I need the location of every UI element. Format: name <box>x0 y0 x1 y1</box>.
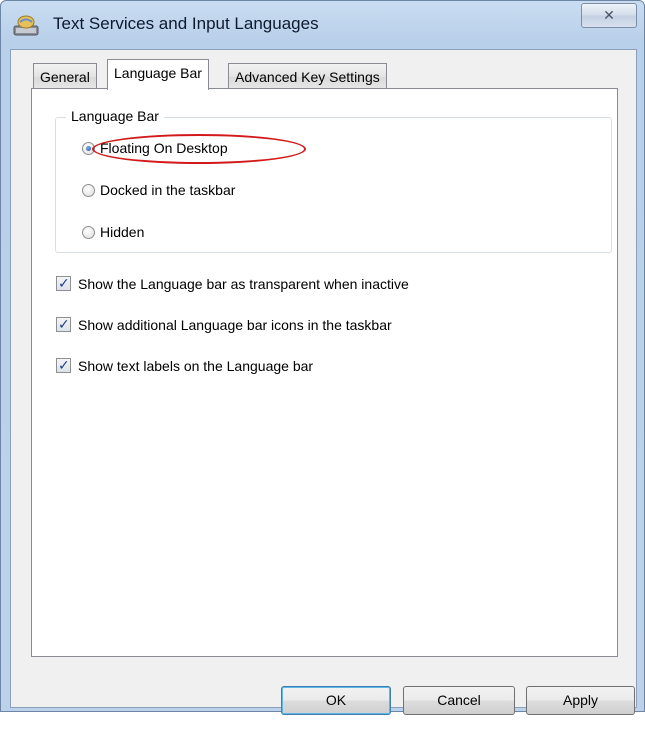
tab-label: Language Bar <box>114 65 202 81</box>
radio-button[interactable] <box>82 226 95 239</box>
close-button[interactable]: ✕ <box>581 3 637 28</box>
language-bar-panel: Language Bar Floating On Desktop Docked … <box>31 88 618 657</box>
radio-label: Docked in the taskbar <box>100 182 236 198</box>
cancel-button[interactable]: Cancel <box>403 686 515 715</box>
radio-button[interactable] <box>82 184 95 197</box>
tab-advanced-key-settings[interactable]: Advanced Key Settings <box>228 63 387 90</box>
red-highlight-ellipse <box>92 134 306 164</box>
checkmark-icon: ✓ <box>58 316 70 332</box>
window-title: Text Services and Input Languages <box>53 14 319 33</box>
keyboard-globe-icon <box>13 13 39 37</box>
checkbox-label: Show the Language bar as transparent whe… <box>78 276 409 292</box>
tab-label: Advanced Key Settings <box>235 69 380 85</box>
title-bar: Text Services and Input Languages ✕ <box>1 1 645 49</box>
dialog-window: Text Services and Input Languages ✕ Gene… <box>0 0 645 715</box>
apply-button[interactable]: Apply <box>526 686 635 715</box>
radio-label: Hidden <box>100 224 145 240</box>
tab-language-bar[interactable]: Language Bar <box>107 59 209 90</box>
checkbox-label: Show text labels on the Language bar <box>78 358 314 374</box>
checkbox-label: Show additional Language bar icons in th… <box>78 317 392 333</box>
tab-general[interactable]: General <box>33 63 97 90</box>
language-bar-groupbox: Language Bar Floating On Desktop Docked … <box>55 108 612 253</box>
ok-button[interactable]: OK <box>281 686 391 715</box>
checkbox[interactable]: ✓ <box>56 316 71 332</box>
group-legend: Language Bar <box>66 108 164 124</box>
checkmark-icon: ✓ <box>58 275 70 291</box>
checkbox[interactable]: ✓ <box>56 357 71 373</box>
close-icon: ✕ <box>603 7 615 23</box>
tab-label: General <box>40 69 90 85</box>
checkmark-icon: ✓ <box>58 357 70 373</box>
checkbox[interactable]: ✓ <box>56 275 71 291</box>
dialog-client: General Language Bar Advanced Key Settin… <box>10 49 637 715</box>
